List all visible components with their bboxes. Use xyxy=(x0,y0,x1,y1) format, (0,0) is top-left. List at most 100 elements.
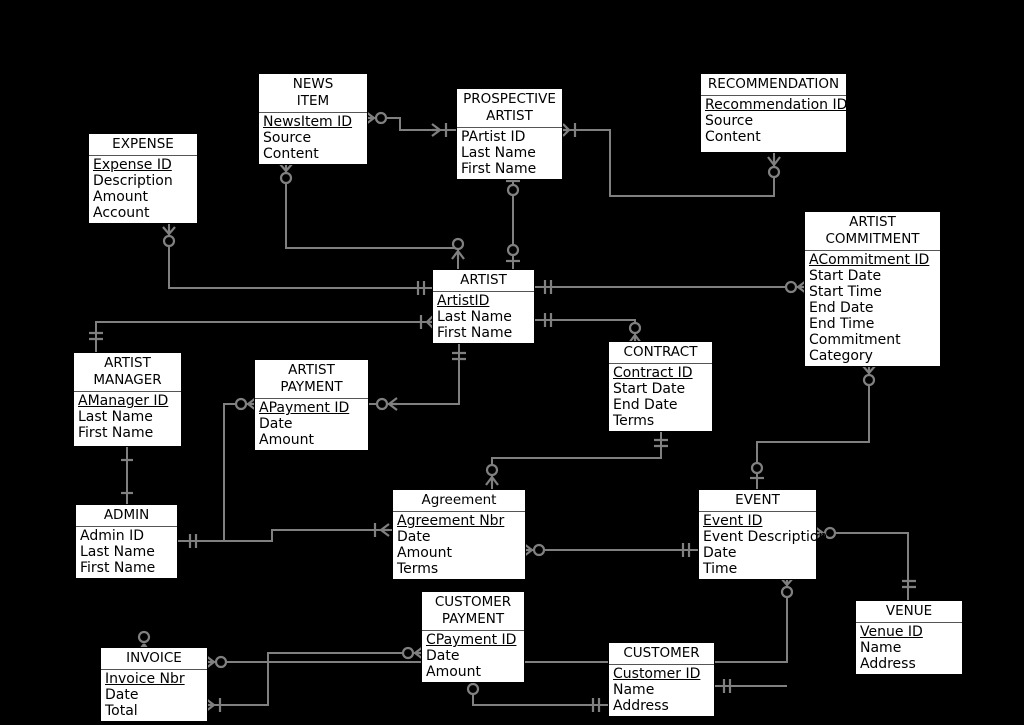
attribute-row: Name xyxy=(860,640,902,656)
entity-attributes-event: Event ID Event Description Date Time xyxy=(699,512,828,579)
entity-title-agreement: Agreement xyxy=(393,490,525,512)
entity-news-item[interactable]: NEWS ITEM NewsItem ID Source Content xyxy=(258,73,368,165)
entity-attributes-artist-commitment: ACommitment ID Start Date Start Time End Da… xyxy=(805,251,940,366)
attribute-row: Invoice Nbr xyxy=(105,671,185,687)
attribute-row: End Date xyxy=(809,300,874,316)
attribute-row: ACommitment ID xyxy=(809,252,930,268)
attribute-row: Start Time xyxy=(809,284,882,300)
card-contract-top xyxy=(628,321,642,344)
entity-attributes-agreement: Agreement Nbr Date Amount Terms xyxy=(393,512,525,579)
entity-contract[interactable]: CONTRACT Contract ID Start Date End Date Ter… xyxy=(608,341,713,432)
card-event-bottom xyxy=(780,577,794,599)
attribute-row: ArtistID xyxy=(437,293,490,309)
connector-newsitem-artist xyxy=(284,165,460,269)
attribute-row: First Name xyxy=(78,425,154,441)
entity-expense[interactable]: EXPENSE Expense ID Description Amount Accoun… xyxy=(88,133,198,224)
attribute-row: Address xyxy=(860,656,916,672)
entity-title-admin: ADMIN xyxy=(76,505,177,527)
card-agreement-right xyxy=(523,543,546,557)
attribute-row: CPayment ID xyxy=(426,632,517,648)
connector-admin-artistpayment xyxy=(178,402,254,543)
entity-title-customer: CUSTOMER xyxy=(609,643,714,665)
attribute-row: Last Name xyxy=(437,309,512,325)
entity-attributes-invoice: Invoice Nbr Date Total xyxy=(101,670,207,721)
attribute-row: Last Name xyxy=(461,145,536,161)
attribute-row: Recommendation ID xyxy=(705,97,848,113)
entity-agreement[interactable]: Agreement Agreement Nbr Date Amount Terms xyxy=(392,489,526,580)
attribute-row: End Time xyxy=(809,316,875,332)
entity-invoice[interactable]: INVOICE Invoice Nbr Date Total xyxy=(100,647,208,722)
attribute-row: Date xyxy=(259,416,293,432)
entity-attributes-news-item: NewsItem ID Source Content xyxy=(259,113,367,164)
attribute-row: Last Name xyxy=(78,409,153,425)
attribute-row: Event Description xyxy=(703,529,828,545)
attribute-row: NewsItem ID xyxy=(263,114,353,130)
attribute-row: Category xyxy=(809,348,873,364)
card-customerpayment-left xyxy=(401,646,424,660)
entity-title-expense: EXPENSE xyxy=(89,134,197,156)
entity-title-contract: CONTRACT xyxy=(609,342,712,364)
attribute-row: Total xyxy=(105,703,138,719)
card-artistpayment-right xyxy=(375,397,398,411)
card-recommendation-bottom xyxy=(767,156,781,179)
attribute-row: End Date xyxy=(613,397,678,413)
entity-admin[interactable]: ADMIN Admin ID Last Name First Name xyxy=(75,504,178,579)
entity-venue[interactable]: VENUE Venue ID Name Address xyxy=(855,600,963,675)
attribute-row: Source xyxy=(705,113,754,129)
entity-title-customer-payment: CUSTOMER PAYMENT xyxy=(422,592,524,631)
attribute-row: Date xyxy=(105,687,139,703)
entity-attributes-customer-payment: CPayment ID Date Amount xyxy=(422,631,524,682)
attribute-row: Terms xyxy=(397,561,439,577)
entity-artist-commitment[interactable]: ARTIST COMMITMENT ACommitment ID Start Dat… xyxy=(804,211,941,367)
entity-title-event: EVENT xyxy=(699,490,816,512)
entity-artist-payment[interactable]: ARTIST PAYMENT APayment ID Date Amount xyxy=(254,359,369,451)
entity-event[interactable]: EVENT Event ID Event Description Date Time xyxy=(698,489,828,580)
attribute-row: Name xyxy=(613,682,655,698)
er-diagram-canvas: EXPENSE Expense ID Description Amount Accoun… xyxy=(0,0,1024,725)
attribute-row: Terms xyxy=(613,413,655,429)
entity-title-artist-manager: ARTIST MANAGER xyxy=(74,353,181,392)
attribute-row: Last Name xyxy=(80,544,155,560)
attribute-row: First Name xyxy=(461,161,537,177)
attribute-row: Start Date xyxy=(613,381,686,397)
entity-attributes-prospective-artist: PArtist ID Last Name First Name xyxy=(457,128,562,179)
attribute-row: Description xyxy=(93,173,173,189)
attribute-row: Start Date xyxy=(809,268,882,284)
attribute-row: Source xyxy=(263,130,312,146)
connector-artist-artistpayment xyxy=(369,341,461,406)
entity-attributes-artist-payment: APayment ID Date Amount xyxy=(255,399,368,450)
attribute-row: Account xyxy=(93,205,150,221)
attribute-row: Amount xyxy=(426,664,482,680)
attribute-row: PArtist ID xyxy=(461,129,526,145)
entity-artist-manager[interactable]: ARTIST MANAGER AManager ID Last Name First … xyxy=(73,352,182,447)
entity-customer[interactable]: CUSTOMER Customer ID Name Address xyxy=(608,642,715,717)
entity-prospective-artist[interactable]: PROSPECTIVE ARTIST PArtist ID Last Name Fir… xyxy=(456,88,563,180)
entity-attributes-contract: Contract ID Start Date End Date Terms xyxy=(609,364,712,431)
card-invoice-right-event xyxy=(205,655,228,669)
entity-title-artist: ARTIST xyxy=(433,270,534,292)
attribute-row: Venue ID xyxy=(860,624,923,640)
connector-contract-agreement xyxy=(490,428,663,489)
connector-event-venue xyxy=(817,531,910,600)
attribute-row: Address xyxy=(613,698,669,714)
entity-title-prospective-artist: PROSPECTIVE ARTIST xyxy=(457,89,562,128)
attribute-row: Date xyxy=(397,529,431,545)
entity-title-news-item: NEWS ITEM xyxy=(259,74,367,113)
attribute-row: Expense ID xyxy=(93,157,172,173)
attribute-row: Event ID xyxy=(703,513,763,529)
entity-attributes-expense: Expense ID Description Amount Account xyxy=(89,156,197,223)
entity-attributes-recommendation: Recommendation ID Source Content xyxy=(701,96,848,147)
attribute-row: Date xyxy=(426,648,460,664)
entity-recommendation[interactable]: RECOMMENDATION Recommendation ID Source Con… xyxy=(700,73,847,153)
card-newsitem-bottom xyxy=(279,163,293,185)
entity-artist[interactable]: ARTIST ArtistID Last Name First Name xyxy=(432,269,535,344)
entity-customer-payment[interactable]: CUSTOMER PAYMENT CPayment ID Date Amount xyxy=(421,591,525,683)
attribute-row: Agreement Nbr xyxy=(397,513,505,529)
attribute-row: Admin ID xyxy=(80,528,144,544)
entity-title-artist-commitment: ARTIST COMMITMENT xyxy=(805,212,940,251)
card-artistcommitment-left xyxy=(784,280,807,294)
attribute-row: Content xyxy=(705,129,761,145)
entity-title-venue: VENUE xyxy=(856,601,962,623)
card-agreement-top xyxy=(485,463,499,486)
entity-attributes-venue: Venue ID Name Address xyxy=(856,623,962,674)
